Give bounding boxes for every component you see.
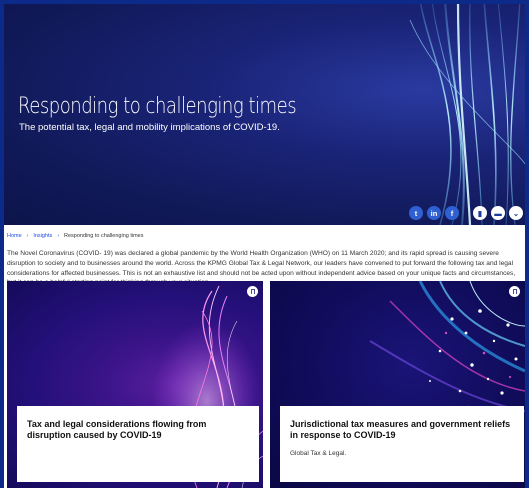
card-tag: Global Tax & Legal. xyxy=(290,450,347,457)
hero-banner: Responding to challenging times The pote… xyxy=(0,0,529,225)
page-subtitle: The potential tax, legal and mobility im… xyxy=(19,122,280,133)
linkedin-icon[interactable]: in xyxy=(427,206,441,220)
card-title[interactable]: Jurisdictional tax measures and governme… xyxy=(290,419,514,441)
share-toolbar: t in f ▮ ▬ ⌄ xyxy=(409,206,523,220)
article-card[interactable]: Tax and legal considerations flowing fro… xyxy=(7,281,263,488)
card-bookmark-icon[interactable] xyxy=(509,286,520,297)
breadcrumb-insights-link[interactable]: Insights xyxy=(33,233,52,239)
card-content: Jurisdictional tax measures and governme… xyxy=(280,406,524,482)
card-bookmark-icon[interactable] xyxy=(247,286,258,297)
breadcrumb-current: Responding to challenging times xyxy=(63,233,144,239)
twitter-icon[interactable]: t xyxy=(409,206,423,220)
bookmark-icon[interactable]: ▮ xyxy=(473,206,487,220)
print-icon[interactable]: ▬ xyxy=(491,206,505,220)
breadcrumb: Home › Insights › Responding to challeng… xyxy=(7,233,143,239)
card-title[interactable]: Tax and legal considerations flowing fro… xyxy=(27,419,249,441)
card-content: Tax and legal considerations flowing fro… xyxy=(17,406,259,482)
breadcrumb-separator: › xyxy=(26,233,29,239)
page-title: Responding to challenging times xyxy=(18,94,297,119)
chevron-down-icon[interactable]: ⌄ xyxy=(509,206,523,220)
article-card[interactable]: Jurisdictional tax measures and governme… xyxy=(270,281,525,488)
breadcrumb-separator: › xyxy=(57,233,59,239)
breadcrumb-home-link[interactable]: Home xyxy=(7,233,22,239)
facebook-icon[interactable]: f xyxy=(445,206,459,220)
